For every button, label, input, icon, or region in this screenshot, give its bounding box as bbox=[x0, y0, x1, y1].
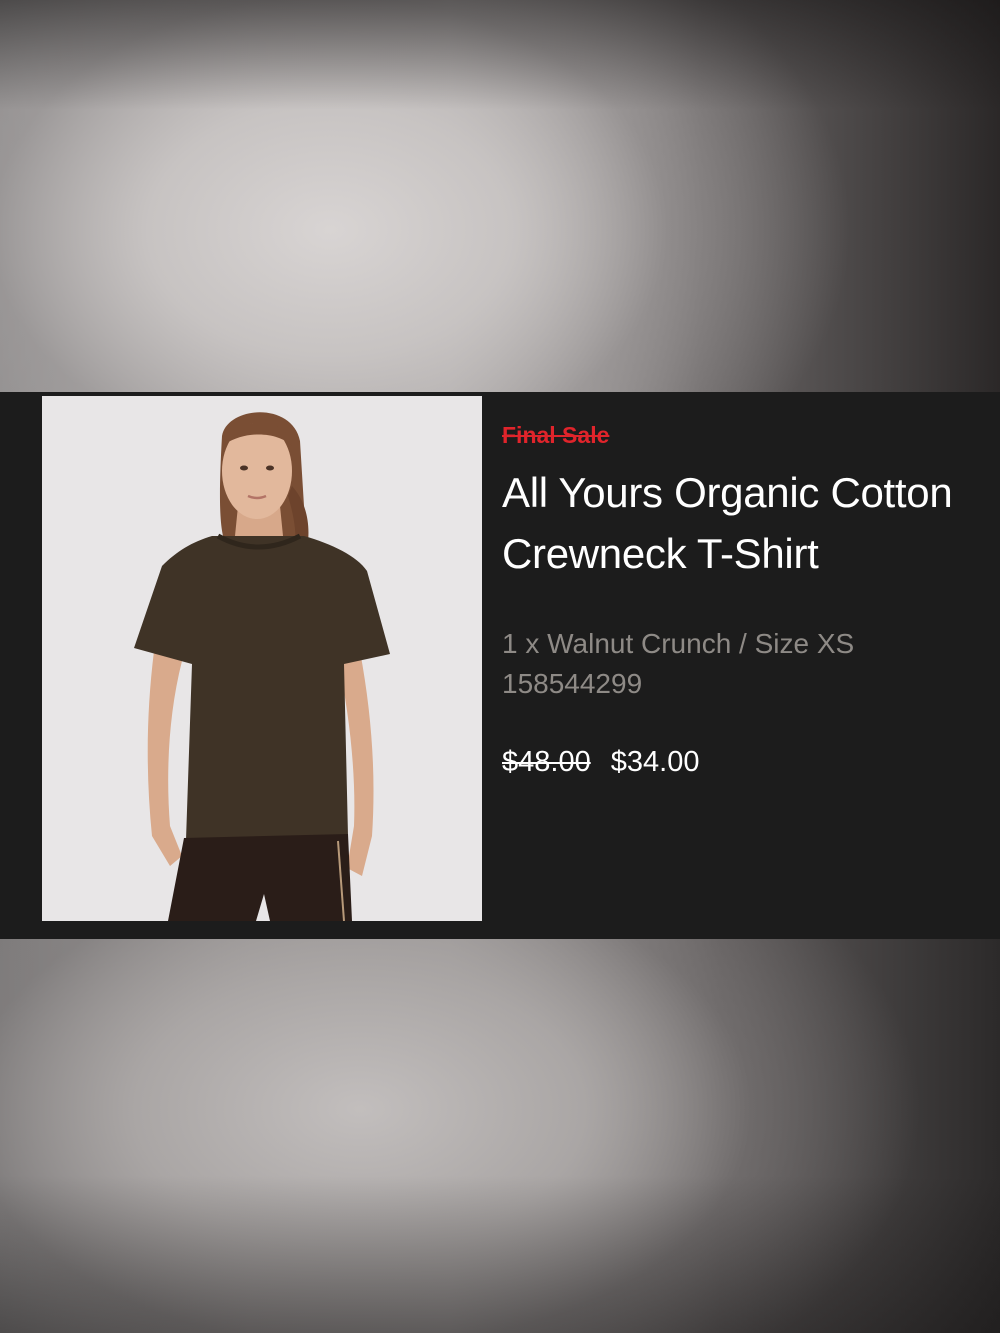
product-details: Final Sale All Yours Organic Cotton Crew… bbox=[502, 420, 972, 782]
blurred-backdrop-bottom bbox=[0, 939, 1000, 1333]
variant-info: 1 x Walnut Crunch / Size XS bbox=[502, 628, 855, 659]
screen: Final Sale All Yours Organic Cotton Crew… bbox=[0, 0, 1000, 1333]
order-item-card[interactable]: Final Sale All Yours Organic Cotton Crew… bbox=[0, 392, 1000, 939]
blurred-backdrop-top bbox=[0, 0, 1000, 392]
sale-price: $34.00 bbox=[610, 746, 700, 778]
original-price: $48.00 bbox=[502, 746, 591, 778]
price-row: $48.00 $34.00 bbox=[502, 742, 972, 782]
product-image[interactable] bbox=[42, 396, 482, 921]
sku-number: 158544299 bbox=[502, 668, 643, 699]
product-photo-illustration bbox=[42, 396, 482, 921]
final-sale-badge: Final Sale bbox=[502, 422, 610, 448]
product-title[interactable]: All Yours Organic Cotton Crewneck T-Shir… bbox=[502, 462, 972, 584]
